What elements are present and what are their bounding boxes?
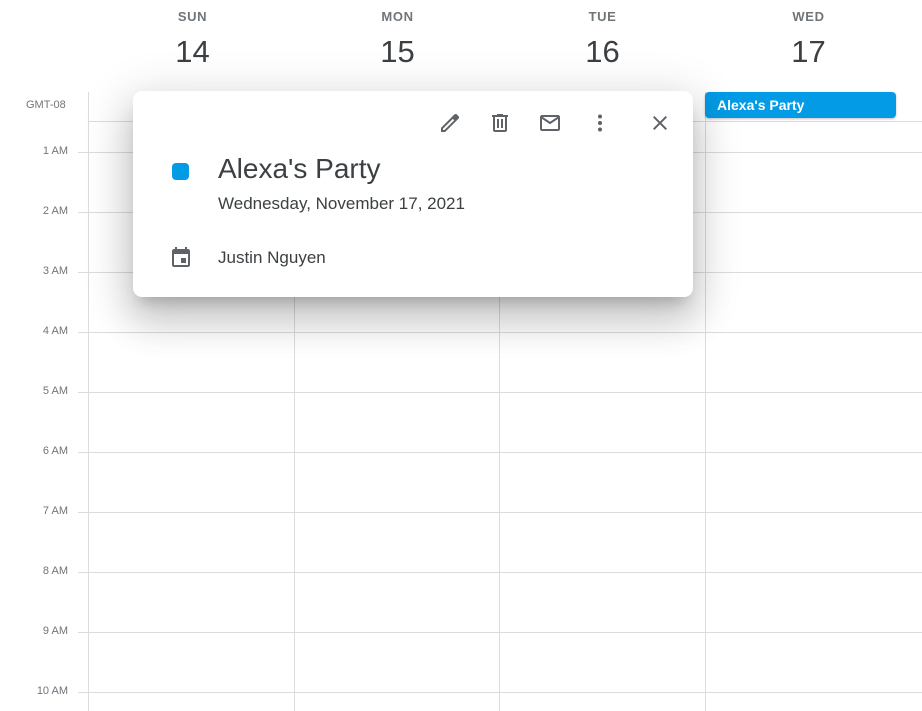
close-icon [653, 116, 667, 130]
edit-event-button[interactable] [436, 109, 464, 137]
edit-icon [441, 114, 460, 132]
email-guests-button[interactable] [536, 109, 564, 137]
close-popup-button[interactable] [646, 109, 674, 137]
hour-line [78, 332, 922, 333]
hour-line [78, 632, 922, 633]
column-divider [88, 92, 89, 711]
day-number[interactable]: 14 [90, 34, 295, 70]
hour-label: 4 AM [42, 325, 68, 337]
hour-label: 5 AM [42, 385, 68, 397]
more-options-button[interactable] [586, 109, 614, 137]
column-divider [705, 92, 706, 711]
hour-line [78, 452, 922, 453]
hour-label: 6 AM [42, 445, 68, 457]
hour-line [78, 392, 922, 393]
event-color-swatch [172, 163, 189, 180]
hour-line [78, 512, 922, 513]
hour-label: 9 AM [42, 625, 68, 637]
day-of-week: WED [792, 9, 825, 24]
day-of-week: MON [381, 9, 414, 24]
day-number[interactable]: 15 [295, 34, 500, 70]
calendar-icon [169, 245, 193, 274]
email-icon [540, 115, 560, 131]
more-options-icon [598, 114, 602, 132]
hour-label: 10 AM [36, 685, 68, 697]
day-number[interactable]: 16 [500, 34, 705, 70]
event-title: Alexa's Party [218, 153, 381, 184]
hour-label: 3 AM [42, 265, 68, 277]
timezone-label: GMT-08 [26, 99, 66, 111]
hour-label: 8 AM [42, 565, 68, 577]
event-calendar-owner: Justin Nguyen [218, 248, 326, 267]
event-date: Wednesday, November 17, 2021 [218, 194, 465, 213]
day-of-week: TUE [588, 9, 617, 24]
hour-label: 1 AM [42, 145, 68, 157]
allday-event-chip[interactable]: Alexa's Party [705, 92, 896, 118]
hour-line [78, 692, 922, 693]
day-of-week: SUN [177, 9, 208, 24]
delete-event-button[interactable] [486, 109, 514, 137]
hour-label: 2 AM [42, 205, 68, 217]
hour-line [78, 572, 922, 573]
delete-icon [492, 114, 508, 132]
hour-label: 7 AM [42, 505, 68, 517]
event-details-popup: Alexa's Party Wednesday, November 17, 20… [133, 91, 693, 297]
day-number[interactable]: 17 [706, 34, 911, 70]
